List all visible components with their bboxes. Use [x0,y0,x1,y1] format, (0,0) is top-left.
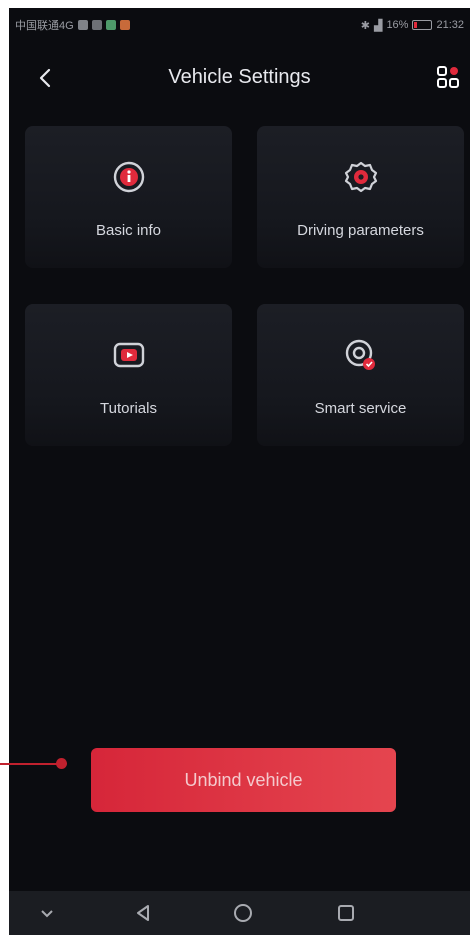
bluetooth-icon: ✱ [360,19,370,32]
wechat-notification-icon [105,20,116,30]
app-notification-icon [91,20,102,30]
tile-driving-parameters[interactable]: Driving parameters [257,126,464,268]
hide-nav-chevron-icon[interactable] [35,901,59,925]
app-badge-icon [119,20,130,30]
smart-service-icon [344,338,378,372]
top-nav: Vehicle Settings [9,54,470,102]
back-triangle-icon[interactable] [131,901,155,925]
scan-grid-icon[interactable] [436,65,460,89]
status-left: 中国联通4G [15,17,130,33]
annotation-pointer-dot [56,758,67,769]
tile-label: Basic info [95,222,162,239]
tile-label: Smart service [314,400,407,417]
play-video-icon [112,338,146,372]
system-nav-bar [9,891,470,935]
tile-smart-service[interactable]: Smart service [257,304,464,446]
status-bar: 中国联通4G ✱ ▟ 16% 21:32 [9,8,470,42]
annotation-pointer-line [0,763,62,765]
notification-icon [77,20,88,30]
battery-icon [412,20,433,30]
tile-label: Tutorials [100,400,157,417]
home-circle-icon[interactable] [231,901,255,925]
status-right: ✱ ▟ 16% 21:32 [361,19,464,32]
gear-icon [344,160,378,194]
recent-apps-square-icon[interactable] [334,901,358,925]
page-title: Vehicle Settings [168,66,311,88]
carrier-text: 中国联通4G [15,20,74,32]
battery-percent: 16% [386,19,409,31]
unbind-vehicle-button[interactable]: Unbind vehicle [91,748,396,812]
tile-label: Driving parameters [297,222,424,239]
signal-icon: ▟ [373,19,383,32]
status-time: 21:32 [436,19,464,31]
tile-basic-info[interactable]: Basic info [25,126,232,268]
info-circle-icon [112,160,146,194]
app-screen: 中国联通4G ✱ ▟ 16% 21:32 Vehicle Settings Ba… [9,8,470,935]
tile-tutorials[interactable]: Tutorials [25,304,232,446]
